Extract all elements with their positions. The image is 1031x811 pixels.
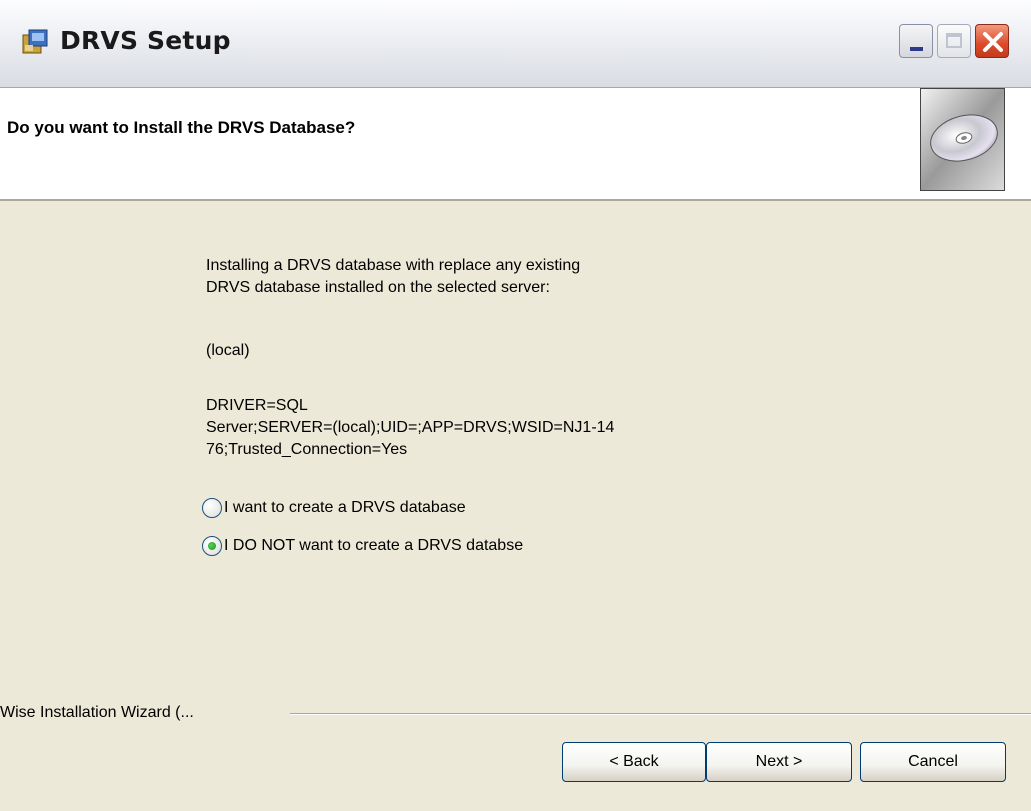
radio-label: I want to create a DRVS database — [224, 499, 466, 516]
connection-line-1: DRIVER=SQL — [206, 397, 308, 414]
connection-line-2: Server;SERVER=(local);UID=;APP=DRVS;WSID… — [206, 419, 615, 436]
intro-text: Installing a DRVS database with replace … — [206, 255, 826, 299]
cancel-button[interactable]: Cancel — [860, 742, 1006, 782]
radio-do-not-create-database[interactable]: I DO NOT want to create a DRVS databse — [202, 534, 523, 558]
header-banner: Do you want to Install the DRVS Database… — [0, 88, 1031, 201]
minimize-icon — [910, 47, 923, 51]
wizard-group-label: Wise Installation Wizard (... — [0, 704, 200, 722]
connection-string: DRIVER=SQL Server;SERVER=(local);UID=;AP… — [206, 395, 806, 461]
next-button[interactable]: Next > — [706, 742, 852, 782]
radio-label: I DO NOT want to create a DRVS databse — [224, 537, 524, 554]
banner-title: Do you want to Install the DRVS Database… — [7, 118, 356, 137]
maximize-button[interactable] — [937, 24, 971, 58]
radio-button[interactable] — [202, 498, 222, 518]
close-icon — [983, 32, 1003, 52]
title-bar[interactable]: DRVS Setup — [0, 0, 1031, 88]
footer-divider — [290, 713, 1031, 715]
close-button[interactable] — [975, 24, 1009, 58]
server-name: (local) — [206, 342, 250, 359]
maximize-icon — [946, 33, 962, 48]
connection-line-3: 76;Trusted_Connection=Yes — [206, 441, 408, 458]
radio-button-selected[interactable] — [202, 536, 222, 556]
minimize-button[interactable] — [899, 24, 933, 58]
radio-create-database[interactable]: I want to create a DRVS database — [202, 496, 466, 520]
cd-disc-icon — [920, 88, 1005, 191]
intro-line-1: Installing a DRVS database with replace … — [206, 257, 581, 274]
installer-icon — [22, 29, 48, 54]
intro-line-2: DRVS database installed on the selected … — [206, 279, 550, 296]
window-title: DRVS Setup — [60, 26, 231, 55]
back-button[interactable]: < Back — [562, 742, 706, 782]
